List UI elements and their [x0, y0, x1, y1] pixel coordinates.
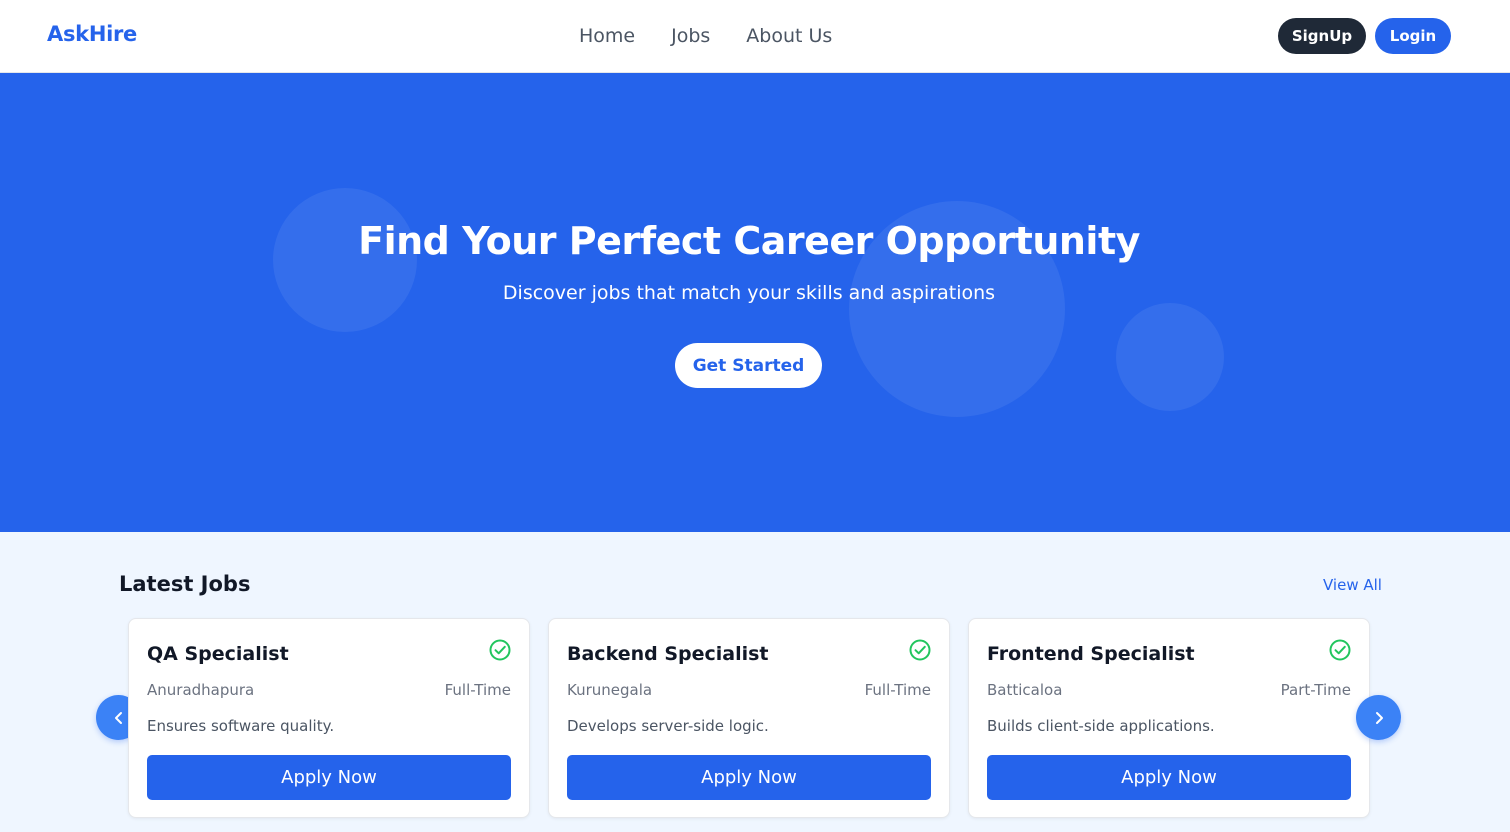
check-circle-icon — [489, 639, 511, 661]
get-started-button[interactable]: Get Started — [675, 343, 822, 388]
check-circle-icon — [909, 639, 931, 661]
job-card: Backend Specialist Kurunegala Full-Time … — [548, 618, 950, 818]
chevron-left-icon — [114, 711, 122, 724]
apply-now-button[interactable]: Apply Now — [567, 755, 931, 800]
job-description: Develops server-side logic. — [567, 717, 769, 735]
apply-now-button[interactable]: Apply Now — [987, 755, 1351, 800]
job-type: Part-Time — [1280, 681, 1351, 699]
nav-jobs-link[interactable]: Jobs — [671, 25, 710, 47]
hero-title: Find Your Perfect Career Opportunity — [358, 219, 1140, 263]
nav-home-link[interactable]: Home — [579, 25, 635, 47]
job-description: Ensures software quality. — [147, 717, 335, 735]
logo[interactable]: AskHire — [47, 22, 137, 46]
job-card: Frontend Specialist Batticaloa Part-Time… — [968, 618, 1370, 818]
chevron-right-icon — [1375, 711, 1383, 724]
hero-section: Find Your Perfect Career Opportunity Dis… — [0, 73, 1510, 532]
job-title: QA Specialist — [147, 643, 289, 665]
hero-subtitle: Discover jobs that match your skills and… — [502, 282, 996, 304]
carousel-next-button[interactable] — [1356, 695, 1401, 740]
job-location: Anuradhapura — [147, 681, 255, 699]
apply-now-button[interactable]: Apply Now — [147, 755, 511, 800]
view-all-link[interactable]: View All — [1323, 576, 1382, 594]
navbar: AskHire Home Jobs About Us SignUp Login — [0, 0, 1510, 73]
job-title: Frontend Specialist — [987, 643, 1195, 665]
job-title: Backend Specialist — [567, 643, 769, 665]
job-type: Full-Time — [444, 681, 511, 699]
job-description: Builds client-side applications. — [987, 717, 1215, 735]
job-card: QA Specialist Anuradhapura Full-Time Ens… — [128, 618, 530, 818]
latest-jobs-title: Latest Jobs — [119, 572, 251, 596]
check-circle-icon — [1329, 639, 1351, 661]
job-type: Full-Time — [864, 681, 931, 699]
nav-about-link[interactable]: About Us — [746, 25, 832, 47]
nav-links: Home Jobs About Us — [579, 25, 832, 47]
decorative-circle — [1116, 303, 1224, 411]
job-location: Batticaloa — [987, 681, 1063, 699]
signup-button[interactable]: SignUp — [1278, 18, 1366, 54]
job-location: Kurunegala — [567, 681, 653, 699]
login-button[interactable]: Login — [1375, 18, 1451, 54]
